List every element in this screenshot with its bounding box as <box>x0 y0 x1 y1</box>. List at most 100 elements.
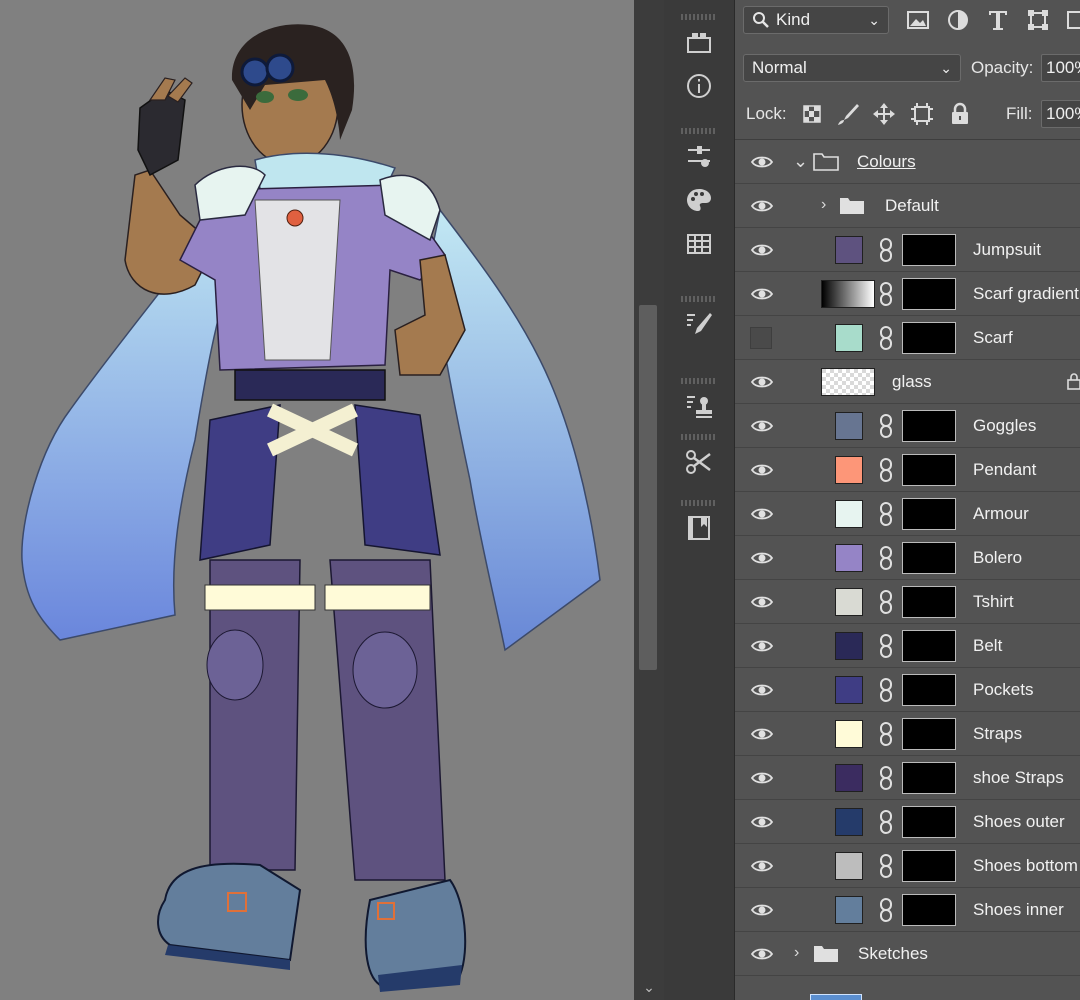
layer-name[interactable]: Goggles <box>973 416 1036 436</box>
dock-grip[interactable] <box>681 14 717 20</box>
visibility-eye-icon[interactable] <box>751 152 773 172</box>
fill-color-swatch[interactable] <box>835 764 863 792</box>
clone-source-stamp-icon[interactable] <box>664 384 734 428</box>
link-chain-icon[interactable] <box>878 634 894 658</box>
layer-name[interactable]: Bolero <box>973 548 1022 568</box>
lock-transparent-pixels-icon[interactable] <box>799 101 825 132</box>
layer-glass[interactable]: glass <box>735 360 1080 404</box>
layer-belt[interactable]: Belt <box>735 624 1080 668</box>
link-chain-icon[interactable] <box>878 810 894 834</box>
notes-book-icon[interactable] <box>664 506 734 550</box>
layer-straps[interactable]: Straps <box>735 712 1080 756</box>
link-chain-icon[interactable] <box>878 898 894 922</box>
fill-color-swatch[interactable] <box>835 324 863 352</box>
visibility-eye-icon[interactable] <box>751 768 773 788</box>
color-palette-icon[interactable] <box>664 178 734 222</box>
visibility-eye-icon[interactable] <box>751 240 773 260</box>
libraries-icon[interactable] <box>664 20 734 64</box>
chevron-down-icon[interactable]: ⌄ <box>793 152 808 170</box>
layer-name[interactable]: Shoes bottom <box>973 856 1078 876</box>
layer-mask-thumbnail[interactable] <box>902 498 956 530</box>
fill-color-swatch[interactable] <box>835 236 863 264</box>
swatches-grid-icon[interactable] <box>664 222 734 266</box>
lock-artboard-icon[interactable] <box>909 101 935 132</box>
fill-color-swatch[interactable] <box>835 412 863 440</box>
adjustments-sliders-icon[interactable] <box>664 134 734 178</box>
layer-shoes-inner[interactable]: Shoes inner <box>735 888 1080 932</box>
layer-name[interactable]: Scarf <box>973 328 1013 348</box>
info-icon[interactable] <box>664 64 734 108</box>
layer-name[interactable]: Straps <box>973 724 1022 744</box>
layer-name[interactable]: Shoes outer <box>973 812 1065 832</box>
link-chain-icon[interactable] <box>878 238 894 262</box>
dock-grip[interactable] <box>681 434 717 440</box>
link-chain-icon[interactable] <box>878 854 894 878</box>
layer-mask-thumbnail[interactable] <box>902 234 956 266</box>
shape-layer-filter-icon[interactable] <box>1025 7 1051 38</box>
scroll-down-arrow-icon[interactable]: ⌄ <box>640 978 658 996</box>
layer-mask-thumbnail[interactable] <box>902 674 956 706</box>
link-chain-icon[interactable] <box>878 502 894 526</box>
visibility-eye-icon[interactable] <box>751 460 773 480</box>
layer-mask-thumbnail[interactable] <box>902 278 956 310</box>
layer-name[interactable]: Pockets <box>973 680 1033 700</box>
dock-grip[interactable] <box>681 378 717 384</box>
visibility-eye-icon[interactable] <box>751 592 773 612</box>
visibility-eye-icon[interactable] <box>751 812 773 832</box>
smart-object-filter-icon[interactable] <box>1065 7 1080 38</box>
layer-group-colours[interactable]: ⌄ Colours <box>735 140 1080 184</box>
fill-color-swatch[interactable] <box>835 676 863 704</box>
layer-group-default[interactable]: › Default <box>735 184 1080 228</box>
visibility-eye-icon[interactable] <box>751 856 773 876</box>
fill-color-swatch[interactable] <box>835 500 863 528</box>
visibility-eye-icon[interactable] <box>751 900 773 920</box>
layer-mask-thumbnail[interactable] <box>902 850 956 882</box>
link-chain-icon[interactable] <box>878 678 894 702</box>
layer-group-sketches[interactable]: › Sketches <box>735 932 1080 976</box>
layer-shoe-straps[interactable]: shoe Straps <box>735 756 1080 800</box>
chevron-right-icon[interactable]: › <box>821 196 833 214</box>
visibility-toggle-off[interactable] <box>750 327 772 349</box>
tool-presets-icon[interactable] <box>664 440 734 484</box>
visibility-eye-icon[interactable] <box>751 636 773 656</box>
layer-name[interactable]: Scarf gradient <box>973 284 1079 304</box>
link-chain-icon[interactable] <box>878 546 894 570</box>
link-chain-icon[interactable] <box>878 326 894 350</box>
blend-mode-select[interactable]: Normal ⌄ <box>743 54 961 82</box>
layer-mask-thumbnail[interactable] <box>902 454 956 486</box>
layer-name[interactable]: shoe Straps <box>973 768 1064 788</box>
layer-name[interactable]: Shoes inner <box>973 900 1064 920</box>
layer-name[interactable]: Jumpsuit <box>973 240 1041 260</box>
fill-color-swatch[interactable] <box>835 632 863 660</box>
lock-all-padlock-icon[interactable] <box>947 101 973 132</box>
layer-filter-kind-select[interactable]: Kind ⌄ <box>743 6 889 34</box>
document-canvas[interactable] <box>0 0 634 1000</box>
chevron-right-icon[interactable]: › <box>794 944 806 962</box>
layer-name[interactable]: Pendant <box>973 460 1036 480</box>
visibility-eye-icon[interactable] <box>751 504 773 524</box>
visibility-eye-icon[interactable] <box>751 548 773 568</box>
scrollbar-thumb[interactable] <box>639 305 657 670</box>
link-chain-icon[interactable] <box>878 590 894 614</box>
layer-shoes-bottom[interactable]: Shoes bottom <box>735 844 1080 888</box>
link-chain-icon[interactable] <box>878 766 894 790</box>
layer-name[interactable]: Sketches <box>858 944 928 964</box>
opacity-input[interactable]: 100% <box>1041 54 1080 82</box>
layer-mask-thumbnail[interactable] <box>902 806 956 838</box>
link-chain-icon[interactable] <box>878 414 894 438</box>
lock-image-pixels-brush-icon[interactable] <box>835 101 861 132</box>
layer-name[interactable]: Colours <box>857 152 916 172</box>
link-chain-icon[interactable] <box>878 722 894 746</box>
visibility-eye-icon[interactable] <box>751 372 773 392</box>
layer-bolero[interactable]: Bolero <box>735 536 1080 580</box>
layer-mask-thumbnail[interactable] <box>902 894 956 926</box>
visibility-eye-icon[interactable] <box>751 724 773 744</box>
layer-mask-thumbnail[interactable] <box>902 410 956 442</box>
layer-mask-thumbnail[interactable] <box>902 630 956 662</box>
gradient-fill-thumbnail[interactable] <box>821 280 875 308</box>
layer-name[interactable]: Tshirt <box>973 592 1014 612</box>
fill-color-swatch[interactable] <box>835 456 863 484</box>
layer-row-partial[interactable] <box>735 976 1080 1000</box>
layer-shoes-outer[interactable]: Shoes outer <box>735 800 1080 844</box>
adjustment-layer-filter-icon[interactable] <box>945 7 971 38</box>
